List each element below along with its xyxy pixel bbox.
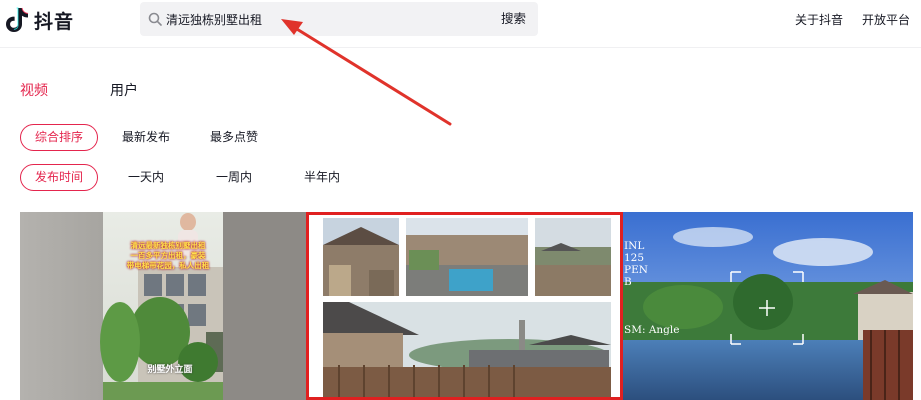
annotation-arrow-icon [281,19,452,126]
